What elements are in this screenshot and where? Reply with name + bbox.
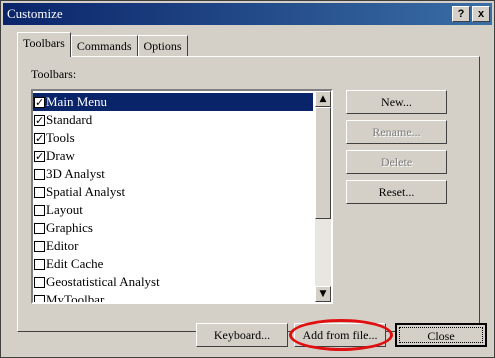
list-item-label: Graphics — [46, 220, 93, 235]
list-item-label: Editor — [46, 238, 79, 253]
list-item-label: Tools — [46, 130, 75, 145]
tab-toolbars[interactable]: Toolbars — [17, 32, 71, 57]
help-button[interactable]: ? — [452, 6, 470, 22]
add-from-file-button[interactable]: Add from file... — [294, 323, 386, 347]
vertical-scrollbar[interactable]: ▲ ▼ — [315, 91, 331, 302]
tab-options[interactable]: Options — [137, 35, 188, 57]
checkbox-checked-icon[interactable]: ✓ — [34, 132, 45, 144]
checkbox-icon[interactable] — [34, 204, 45, 216]
checkbox-icon[interactable] — [34, 276, 45, 288]
reset-button[interactable]: Reset... — [346, 180, 447, 204]
list-item-label: Standard — [46, 112, 93, 127]
list-item[interactable]: MyToolbar — [33, 291, 313, 304]
list-item-label: Spatial Analyst — [46, 184, 126, 199]
checkbox-icon[interactable] — [34, 258, 45, 270]
list-item-label: Edit Cache — [46, 256, 104, 271]
customize-dialog: Customize ? x Toolbars Commands Options … — [0, 0, 495, 358]
list-item[interactable]: ✓ Draw — [33, 147, 313, 165]
tab-strip: Toolbars Commands Options — [17, 32, 188, 57]
new-button[interactable]: New... — [346, 90, 447, 114]
close-window-button[interactable]: x — [472, 6, 490, 22]
toolbars-label: Toolbars: — [31, 67, 77, 81]
scroll-thumb[interactable] — [315, 107, 331, 219]
list-item-label: Geostatistical Analyst — [46, 274, 160, 289]
checkbox-icon[interactable] — [34, 186, 45, 198]
delete-button[interactable]: Delete — [346, 150, 447, 174]
list-item[interactable]: ✓ Main Menu — [33, 93, 313, 111]
list-item[interactable]: 3D Analyst — [33, 165, 313, 183]
scroll-down-icon[interactable]: ▼ — [315, 286, 331, 302]
checkbox-icon[interactable] — [34, 168, 45, 180]
list-item[interactable]: Spatial Analyst — [33, 183, 313, 201]
toolbars-list[interactable]: ✓ Main Menu ✓ Standard ✓ Tools ✓ Draw 3D Analyst… — [31, 89, 333, 304]
close-button[interactable]: Close — [395, 323, 487, 347]
list-item[interactable]: ✓ Tools — [33, 129, 313, 147]
list-item[interactable]: Edit Cache — [33, 255, 313, 273]
list-item[interactable]: ✓ Standard — [33, 111, 313, 129]
list-item-label: MyToolbar — [46, 292, 105, 304]
list-item-label: Draw — [46, 148, 75, 163]
list-item[interactable]: Editor — [33, 237, 313, 255]
checkbox-checked-icon[interactable]: ✓ — [34, 150, 45, 162]
list-item[interactable]: Graphics — [33, 219, 313, 237]
rename-button[interactable]: Rename... — [346, 120, 447, 144]
checkbox-icon[interactable] — [34, 222, 45, 234]
keyboard-button[interactable]: Keyboard... — [196, 323, 288, 347]
title-bar[interactable]: Customize ? x — [3, 3, 492, 25]
list-item-label: 3D Analyst — [46, 166, 105, 181]
checkbox-icon[interactable] — [34, 240, 45, 252]
checkbox-checked-icon[interactable]: ✓ — [34, 114, 45, 126]
list-item-label: Main Menu — [46, 94, 108, 109]
list-item[interactable]: Geostatistical Analyst — [33, 273, 313, 291]
tab-commands[interactable]: Commands — [70, 35, 138, 57]
list-item[interactable]: Layout — [33, 201, 313, 219]
checkbox-checked-icon[interactable]: ✓ — [34, 96, 45, 108]
list-item-label: Layout — [46, 202, 83, 217]
window-title: Customize — [7, 6, 63, 21]
checkbox-icon[interactable] — [34, 294, 45, 302]
scroll-up-icon[interactable]: ▲ — [315, 91, 331, 107]
